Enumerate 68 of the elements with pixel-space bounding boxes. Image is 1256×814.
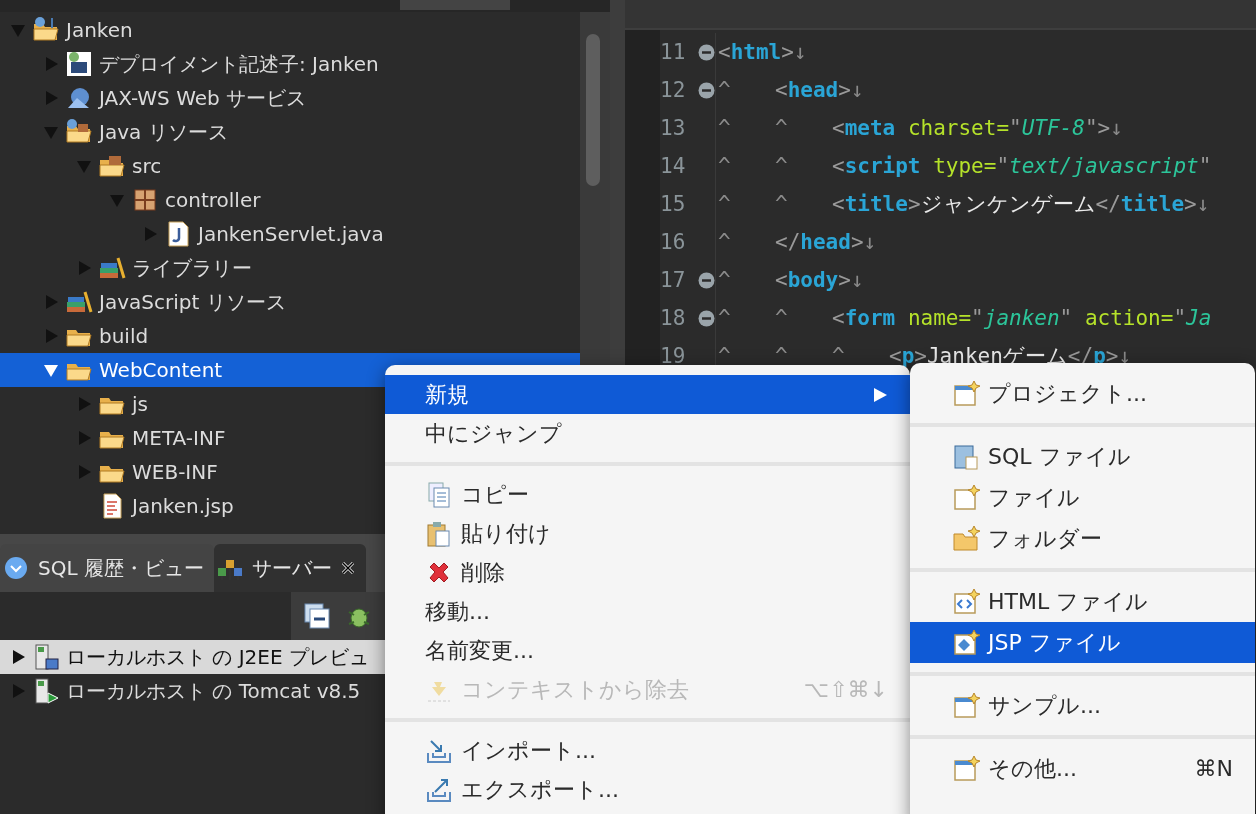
fold-icon[interactable] xyxy=(698,271,715,289)
code-line: ^ <body>↓ xyxy=(717,268,864,292)
menu-item[interactable]: インポート... xyxy=(385,731,910,770)
database-file-icon xyxy=(952,442,980,471)
tree-item[interactable]: build xyxy=(0,319,580,353)
close-icon[interactable] xyxy=(339,560,356,576)
copy-icon xyxy=(425,480,453,509)
line-number: 17 xyxy=(660,268,687,292)
descriptor-icon xyxy=(65,50,93,78)
menu-item[interactable]: 貼り付け xyxy=(385,514,910,553)
menu-item[interactable]: 中にジャンプ xyxy=(385,414,910,453)
menu-item[interactable]: 新規 xyxy=(385,375,910,414)
menu-item[interactable]: コピー xyxy=(385,475,910,514)
new-window-icon xyxy=(952,379,980,408)
fold-icon[interactable] xyxy=(698,81,715,99)
tree-item[interactable]: JAX-WS Web サービス xyxy=(0,81,580,115)
menu-item[interactable]: HTML ファイル xyxy=(910,581,1255,622)
line-number: 15 xyxy=(660,192,687,216)
line-number: 18 xyxy=(660,306,687,330)
tree-item[interactable]: Java リソース xyxy=(0,115,580,149)
tree-item[interactable]: controller xyxy=(0,183,580,217)
menu-item[interactable]: その他... ⌘N xyxy=(910,748,1255,789)
tree-item[interactable]: Janken xyxy=(0,13,580,47)
tree-item[interactable]: JavaScript リソース xyxy=(0,285,580,319)
code-line: ^ ^ <form name="janken" action="Ja xyxy=(717,306,1212,330)
code-line: <html>↓ xyxy=(717,40,807,64)
menu-item[interactable]: SQL ファイル xyxy=(910,436,1255,477)
new-window-icon xyxy=(952,691,980,720)
menu-item[interactable]: フォルダー xyxy=(910,518,1255,559)
line-number: 12 xyxy=(660,78,687,102)
package-icon xyxy=(131,186,159,214)
collapse-all-icon[interactable] xyxy=(303,602,331,630)
code-line: ^ </head>↓ xyxy=(717,230,877,254)
new-file-icon xyxy=(952,483,980,512)
new-html-file-icon xyxy=(952,587,980,616)
menu-item[interactable]: JSP ファイル xyxy=(910,622,1255,663)
line-number: 13 xyxy=(660,116,687,140)
menu-item[interactable]: 移動... xyxy=(385,592,910,631)
collapse-arrow-icon[interactable] xyxy=(43,362,59,378)
menu-item[interactable]: プロジェクト... xyxy=(910,373,1255,414)
menu-item[interactable]: 削除 xyxy=(385,553,910,592)
code-line: ^ ^ <script type="text/javascript" xyxy=(717,154,1212,178)
project-folder-icon xyxy=(32,16,60,44)
fold-icon[interactable] xyxy=(698,43,715,61)
menu-item[interactable]: エクスポート... xyxy=(385,770,910,809)
server-icon xyxy=(32,643,60,671)
panel-tab[interactable]: サーバー xyxy=(213,544,366,592)
code-line: ^ <head>↓ xyxy=(717,78,864,102)
tree-item[interactable]: src xyxy=(0,149,580,183)
java-resources-icon xyxy=(65,118,93,146)
line-number: 16 xyxy=(660,230,687,254)
menu-item[interactable]: ファイル xyxy=(910,477,1255,518)
line-number: 11 xyxy=(660,40,687,64)
new-folder-icon xyxy=(952,524,980,553)
new-jsp-file-icon xyxy=(952,628,980,657)
clipboard-icon xyxy=(425,519,453,548)
server-run-icon xyxy=(32,677,60,705)
line-number: 14 xyxy=(660,154,687,178)
tree-item[interactable]: ライブラリー xyxy=(0,251,580,285)
new-window-icon xyxy=(952,754,980,783)
tree-item[interactable]: JankenServlet.java xyxy=(0,217,580,251)
menu-item[interactable]: サンプル... xyxy=(910,685,1255,726)
code-line: ^ ^ <title>ジャンケンゲーム</title>↓ xyxy=(717,191,1210,218)
tree-item[interactable]: デプロイメント記述子: Janken xyxy=(0,47,580,81)
expand-arrow-icon[interactable] xyxy=(10,649,26,665)
code-line: ^ ^ <meta charset="UTF-8">↓ xyxy=(717,116,1123,140)
fold-icon[interactable] xyxy=(698,309,715,327)
line-number: 19 xyxy=(660,344,687,368)
